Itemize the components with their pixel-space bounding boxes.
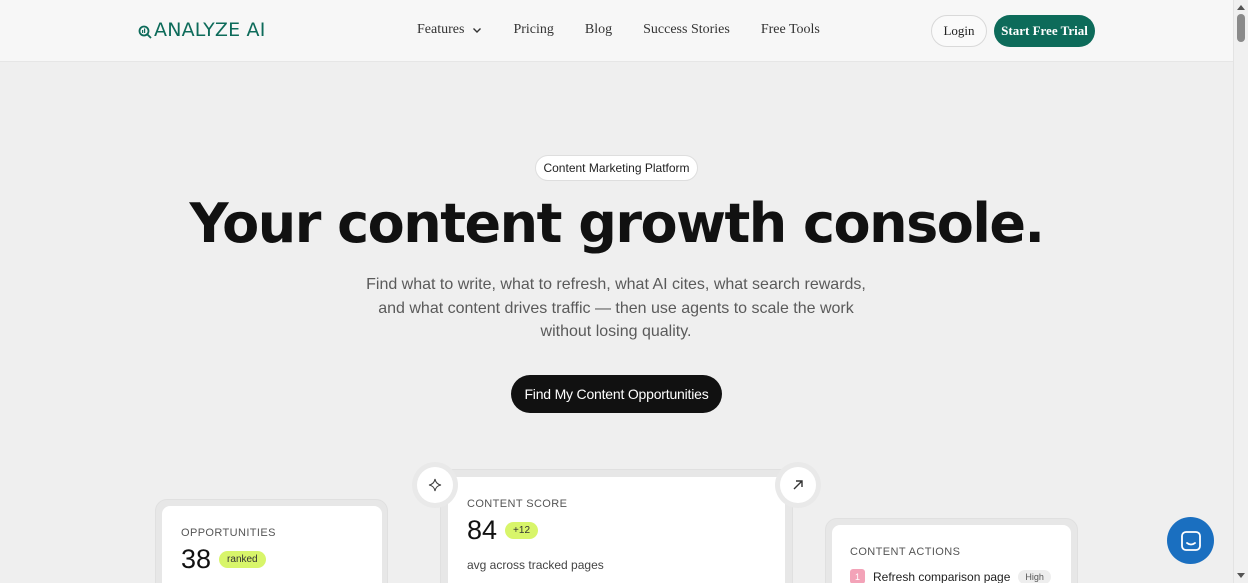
nav-free-tools-label: Free Tools [760, 22, 820, 37]
opportunities-label: OPPORTUNITIES [181, 527, 276, 539]
nav-pricing-label: Pricing [513, 22, 554, 37]
opportunities-card: OPPORTUNITIES 38 ranked [162, 506, 382, 583]
content-score-value: 84 [467, 515, 498, 545]
scroll-thumb[interactable] [1237, 14, 1245, 42]
opportunities-value: 38 [181, 544, 212, 574]
eyebrow-badge: Content Marketing Platform [535, 155, 698, 181]
scroll-up-arrow-icon[interactable] [1237, 5, 1245, 10]
logo-text: ANALYZE AI [154, 19, 266, 41]
opportunities-badge: ranked [219, 551, 266, 568]
chevron-down-icon [473, 28, 482, 33]
content-actions-label: CONTENT ACTIONS [850, 546, 961, 558]
nav-pricing[interactable]: Pricing [513, 22, 553, 38]
chat-icon [1180, 530, 1201, 551]
page-scrollbar[interactable] [1233, 0, 1248, 583]
logo[interactable]: ANALYZE AI [138, 19, 266, 41]
hero-subhead: Find what to write, what to refresh, wha… [366, 276, 866, 340]
site-header: ANALYZE AI Features Pricing Blog Success… [0, 0, 1233, 62]
logo-mark-icon [138, 25, 152, 39]
nav-blog[interactable]: Blog [585, 22, 612, 38]
content-action-label: Refresh comparison page [873, 569, 1011, 583]
arrow-up-right-icon [793, 480, 803, 490]
sparkle-icon [428, 478, 442, 492]
content-score-delta-badge: +12 [505, 522, 539, 539]
content-action-item[interactable]: 1 Refresh comparison page High [850, 569, 1051, 583]
content-score-card: CONTENT SCORE 84 +12 avg across tracked … [448, 477, 785, 583]
nav-success-stories-label: Success Stories [643, 22, 730, 37]
login-button[interactable]: Login [931, 15, 987, 47]
content-score-label: CONTENT SCORE [467, 498, 568, 510]
nav-success-stories[interactable]: Success Stories [643, 22, 730, 38]
scroll-down-arrow-icon[interactable] [1237, 573, 1245, 578]
chat-widget-button[interactable] [1167, 517, 1214, 564]
start-free-trial-button[interactable]: Start Free Trial [994, 15, 1095, 47]
find-opportunities-button[interactable]: Find My Content Opportunities [511, 375, 722, 413]
hero-headline: Your content growth console. [189, 192, 1045, 255]
content-action-priority: High [1018, 569, 1051, 583]
nav-features[interactable]: Features [417, 22, 482, 38]
content-action-number: 1 [850, 569, 865, 583]
nav-free-tools[interactable]: Free Tools [761, 22, 820, 38]
expand-button[interactable] [780, 467, 816, 503]
nav-features-label: Features [417, 22, 465, 37]
nav-blog-label: Blog [584, 22, 613, 37]
content-actions-card: CONTENT ACTIONS 1 Refresh comparison pag… [832, 525, 1071, 583]
sparkle-button[interactable] [417, 467, 453, 503]
main-nav: Features Pricing Blog Success Stories Fr… [417, 22, 820, 38]
content-score-caption: avg across tracked pages [467, 558, 604, 572]
